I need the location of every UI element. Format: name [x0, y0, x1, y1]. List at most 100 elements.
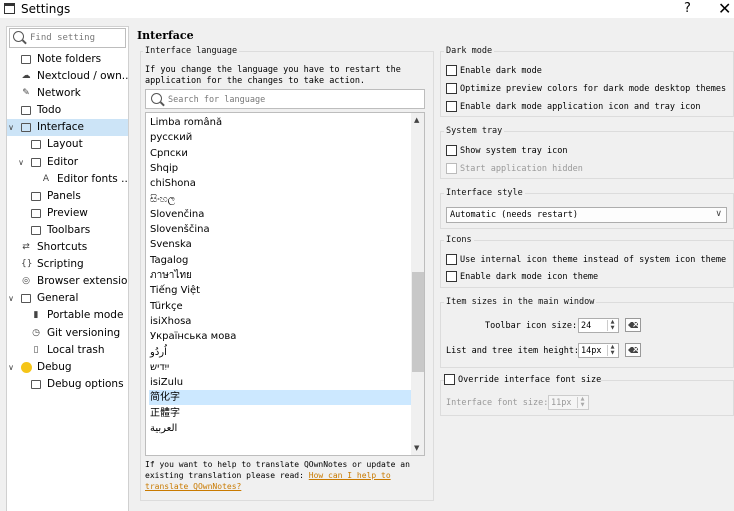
clear-toolbar-size-button[interactable] [625, 318, 641, 332]
sidebar-item-general[interactable]: ∨ General [7, 290, 128, 307]
sidebar-item-editor-fonts[interactable]: A Editor fonts ... [7, 171, 128, 188]
language-item[interactable]: Slovenščina [149, 222, 411, 237]
language-item[interactable]: Limba română [149, 115, 411, 130]
language-item[interactable]: Shqip [149, 161, 411, 176]
language-item[interactable]: chiShona [149, 176, 411, 191]
sidebar-item-panels[interactable]: Panels [7, 188, 128, 205]
sidebar-item-local-trash[interactable]: ▯ Local trash [7, 342, 128, 359]
language-item[interactable]: Svenska [149, 237, 411, 252]
language-search-input[interactable] [168, 93, 418, 106]
sidebar-item-label: Editor fonts ... [57, 172, 128, 185]
sidebar-item-interface[interactable]: ∨ Interface [7, 119, 128, 137]
language-item[interactable]: ภาษาไทย [149, 268, 411, 283]
language-item[interactable]: 正體字 [149, 406, 411, 421]
sidebar-item-label: Interface [37, 121, 85, 134]
scrollbar-thumb[interactable] [412, 271, 424, 372]
sidebar-item-editor[interactable]: ∨ Editor [7, 154, 128, 171]
trash-icon: ▯ [33, 344, 39, 355]
sidebar-item-scripting[interactable]: {} Scripting [7, 256, 128, 273]
language-item[interactable]: isiZulu [149, 375, 411, 390]
language-info-text: If you change the language you have to r… [145, 65, 401, 86]
spin-arrows-icon[interactable]: ▲ ▼ [607, 344, 617, 356]
language-item[interactable]: русский [149, 130, 411, 145]
sidebar-item-label: Note folders [37, 53, 102, 65]
find-setting-box[interactable] [9, 28, 126, 48]
close-button[interactable]: ✕ [718, 0, 731, 18]
translate-help-link[interactable]: How can I help to [309, 471, 391, 480]
app-icon [4, 3, 15, 14]
settings-sidebar: Note folders ☁ Nextcloud / own... ✎ Network T… [6, 26, 129, 511]
sidebar-item-toolbars[interactable]: Toolbars [7, 222, 128, 239]
sidebar-item-git-versioning[interactable]: ◷ Git versioning [7, 325, 128, 342]
find-setting-input[interactable] [30, 31, 122, 45]
toolbar-icon-size-spinbox[interactable]: 24 ▲ ▼ [578, 318, 619, 333]
sidebar-item-portable-mode[interactable]: ▮ Portable mode [7, 307, 128, 324]
sidebar-item-preview[interactable]: Preview [7, 205, 128, 222]
sidebar-item-network[interactable]: ✎ Network [7, 85, 128, 102]
help-button[interactable]: ? [684, 1, 691, 16]
chevron-down-icon[interactable]: ∨ [7, 290, 15, 307]
scroll-up-icon[interactable]: ▲ [414, 116, 419, 124]
sidebar-item-label: General [37, 292, 79, 305]
interface-icon [21, 123, 31, 133]
language-item[interactable]: Türkçe [149, 299, 411, 314]
sidebar-item-note-folders[interactable]: Note folders [7, 51, 128, 68]
sidebar-item-label: Git versioning [47, 326, 121, 339]
item-sizes-group [440, 302, 734, 368]
spin-arrows-icon[interactable]: ▲ ▼ [607, 319, 617, 331]
internal-icon-checkbox[interactable] [446, 254, 457, 265]
sidebar-item-label: Preview [47, 206, 88, 219]
sidebar-item-label: Portable mode [47, 309, 124, 322]
sidebar-item-label: Editor [47, 155, 79, 168]
general-icon [21, 294, 31, 304]
chevron-down-icon[interactable]: ∨ [7, 119, 15, 136]
translate-help-link-2[interactable]: translate QOwnNotes? [145, 482, 241, 491]
language-item[interactable]: 简化字 [149, 390, 411, 406]
font-icon: A [42, 173, 50, 184]
sidebar-item-label: Network [37, 87, 81, 100]
interface-style-select[interactable]: Automatic (needs restart) ∨ [446, 207, 727, 223]
language-list[interactable]: ▲ ▼ Limba română русский Српски Shqip chiSho… [145, 112, 425, 456]
sidebar-item-label: Layout [47, 138, 83, 151]
clear-list-height-button[interactable] [625, 343, 641, 357]
language-item[interactable]: සිංහල [149, 192, 411, 207]
language-item[interactable]: العربية [149, 421, 411, 436]
chevron-down-icon[interactable]: ∨ [17, 154, 25, 171]
language-item[interactable]: Српски [149, 146, 411, 161]
dark-icon-checkbox[interactable] [446, 101, 457, 112]
show-tray-checkbox[interactable] [446, 145, 457, 156]
dark-icon-theme-checkbox[interactable] [446, 271, 457, 282]
sidebar-item-debug-options[interactable]: Debug options [7, 376, 128, 393]
chevron-down-icon[interactable]: ∨ [7, 359, 15, 376]
interface-language-title: Interface language [143, 46, 240, 56]
sidebar-item-nextcloud-own[interactable]: ☁ Nextcloud / own... [7, 68, 129, 85]
scroll-down-icon[interactable]: ▼ [414, 444, 419, 452]
override-font-checkbox-row[interactable]: Override interface font size [444, 374, 601, 387]
language-search-box[interactable] [145, 89, 425, 109]
language-list-scrollbar[interactable]: ▲ ▼ [411, 113, 424, 455]
debug-icon [21, 361, 32, 373]
sidebar-item-layout[interactable]: Layout [7, 136, 128, 153]
panels-icon [31, 191, 41, 201]
language-item[interactable]: Tiếng Việt [149, 283, 411, 298]
language-item[interactable]: اُردُو [149, 345, 411, 360]
sidebar-item-label: Todo [37, 104, 62, 117]
list-item-height-spinbox[interactable]: 14px ▲ ▼ [578, 343, 619, 358]
sidebar-item-browser-extension[interactable]: ◎ Browser extension [7, 273, 128, 290]
interface-style-title: Interface style [444, 188, 525, 198]
override-font-checkbox[interactable] [444, 374, 455, 385]
language-item[interactable]: Українська мова [149, 329, 411, 344]
language-item[interactable]: Tagalog [149, 253, 411, 268]
portable-icon: ▮ [33, 310, 39, 321]
interface-font-size-spinbox: 11px ▲ ▼ [548, 395, 589, 410]
language-item[interactable]: ייִדיש [149, 360, 411, 375]
language-item[interactable]: isiXhosa [149, 314, 411, 329]
sidebar-item-todo[interactable]: Todo [7, 102, 128, 119]
sidebar-item-debug[interactable]: ∨ Debug [7, 359, 128, 376]
dark-mode-checkbox[interactable] [446, 65, 457, 76]
browser-icon: ◎ [22, 276, 30, 287]
language-item[interactable]: Slovenčina [149, 207, 411, 222]
icons-title: Icons [444, 235, 474, 245]
sidebar-item-shortcuts[interactable]: ⇄ Shortcuts [7, 239, 128, 256]
optimize-preview-checkbox[interactable] [446, 83, 457, 94]
